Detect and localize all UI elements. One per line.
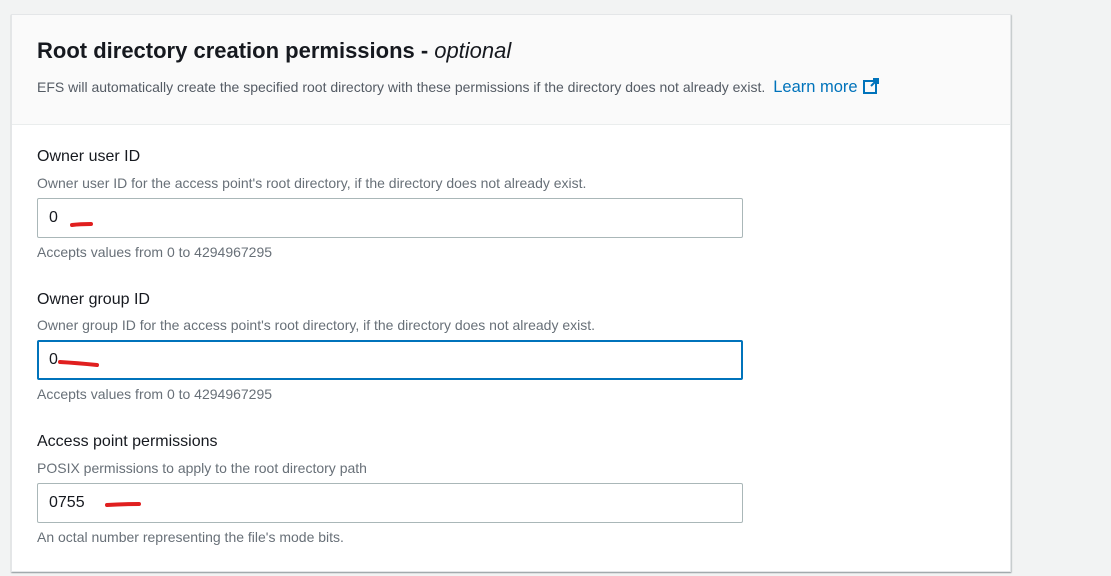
section-title-text: Root directory creation permissions - [37, 38, 429, 63]
access-point-permissions-constraint: An octal number representing the file's … [37, 529, 344, 545]
panel-header: Root directory creation permissions - opt… [12, 15, 1010, 125]
section-title: Root directory creation permissions - opt… [37, 38, 511, 64]
access-point-permissions-description: POSIX permissions to apply to the root d… [37, 460, 367, 476]
section-title-optional: optional [434, 38, 512, 63]
root-directory-permissions-panel: Root directory creation permissions - opt… [11, 14, 1011, 572]
learn-more-label: Learn more [773, 78, 858, 96]
owner-group-id-description: Owner group ID for the access point's ro… [37, 317, 596, 333]
access-point-permissions-label: Access point permissions [37, 433, 218, 450]
owner-group-id-label: Owner group ID [37, 291, 150, 308]
owner-user-id-label: Owner user ID [37, 148, 141, 165]
section-description: EFS will automatically create the specif… [37, 77, 880, 97]
owner-user-id-input[interactable] [37, 198, 743, 238]
owner-group-id-constraint: Accepts values from 0 to 4294967295 [37, 386, 273, 402]
owner-group-id-input[interactable] [37, 340, 743, 380]
owner-user-id-description: Owner user ID for the access point's roo… [37, 175, 587, 191]
section-description-text: EFS will automatically create the specif… [37, 79, 766, 95]
owner-user-id-constraint: Accepts values from 0 to 4294967295 [37, 244, 273, 260]
learn-more-link[interactable]: Learn more [773, 78, 879, 96]
external-link-icon [862, 78, 879, 94]
access-point-permissions-input[interactable] [37, 483, 743, 523]
